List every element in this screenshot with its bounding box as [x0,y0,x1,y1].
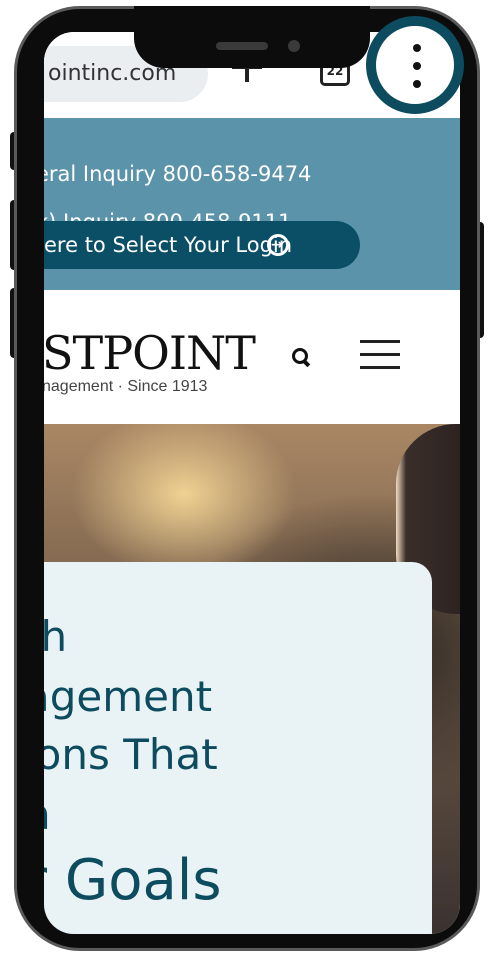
site-logo[interactable]: STPOINT [44,326,256,380]
search-icon[interactable] [292,348,310,366]
hero-heading-line2: agement [44,672,213,721]
general-inquiry-phone[interactable]: eral Inquiry 800-658-9474 [44,162,311,186]
arrow-circle-icon [267,221,289,269]
hero-heading-line3: ions That [44,730,218,779]
front-camera [288,40,300,52]
utility-bar: eral Inquiry 800-658-9474 k) Inquiry 800… [44,118,460,290]
logo-tagline: nagement · Since 1913 [44,378,208,395]
hero-section: th agement ions That h r Goals [44,424,460,934]
phone-notch [134,6,370,68]
more-vert-icon[interactable] [413,44,421,88]
phone-screen: ointinc.com 22 eral Inquiry 800-658-9474… [44,32,460,934]
site-header: STPOINT nagement · Since 1913 [44,290,460,424]
speaker-grille [216,42,268,50]
hero-heading-line4: h [44,790,51,839]
more-menu-highlight[interactable] [366,16,464,114]
hero-card: th agement ions That h r Goals [44,562,432,934]
hamburger-icon[interactable] [360,340,400,370]
login-button-label: ere to Select Your Login [44,233,293,257]
hero-heading-line1: th [44,612,68,661]
select-login-button[interactable]: ere to Select Your Login [44,221,360,269]
hero-heading-line5: r Goals [44,848,222,913]
